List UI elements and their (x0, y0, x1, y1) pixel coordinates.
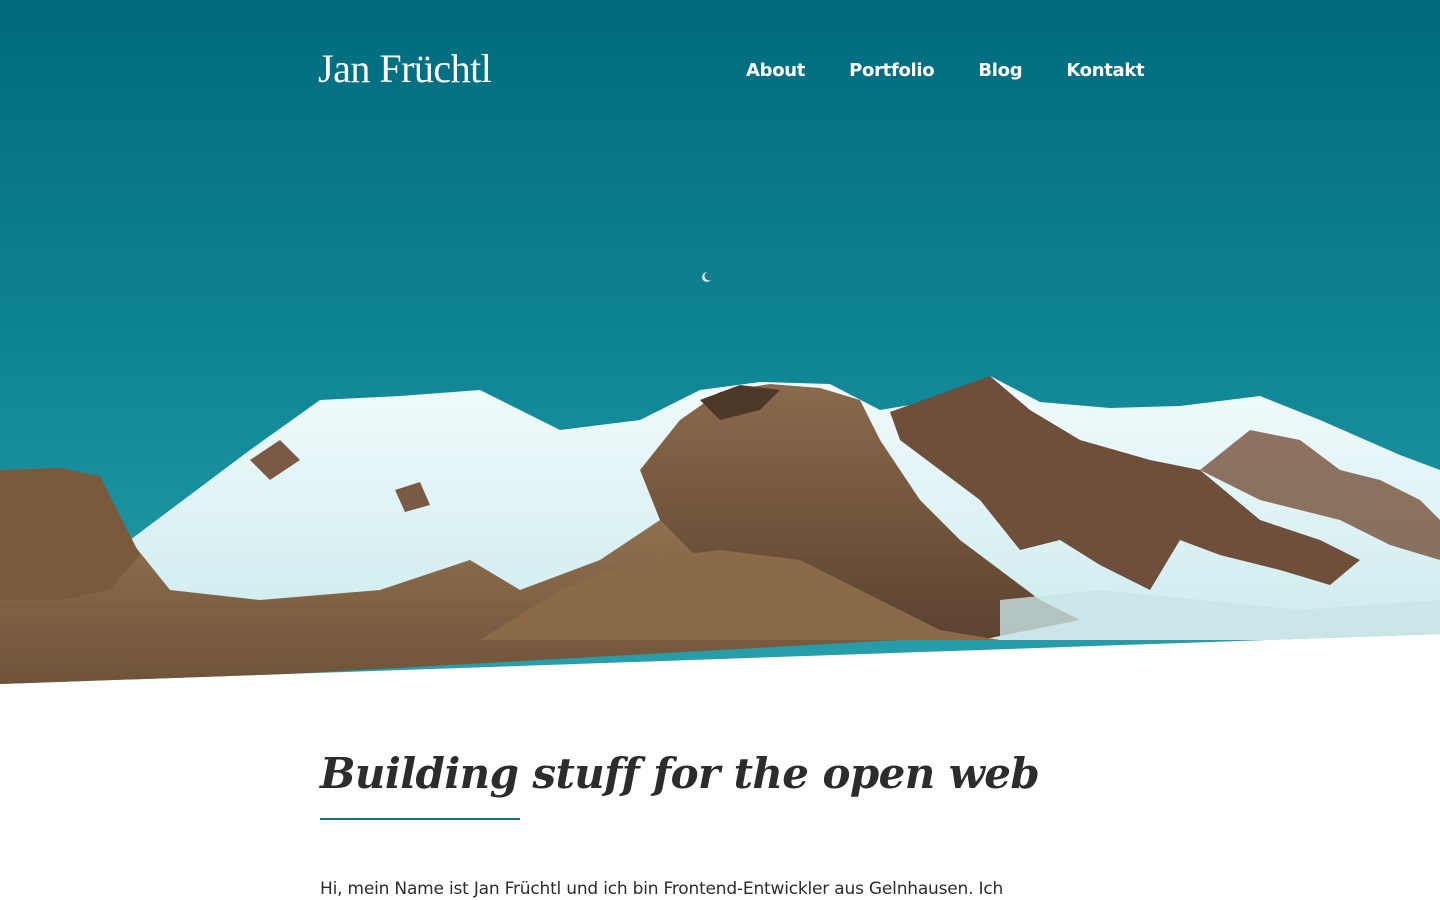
headline-underline (320, 818, 520, 820)
main-navigation: About Portfolio Blog Kontakt (746, 58, 1145, 84)
site-logo[interactable]: Jan Früchtl (318, 44, 492, 94)
page-headline: Building stuff for the open web (320, 749, 1040, 798)
nav-link-kontakt[interactable]: Kontakt (1066, 58, 1144, 84)
site-header: Jan Früchtl About Portfolio Blog Kontakt (0, 0, 1440, 140)
page: Jan Früchtl About Portfolio Blog Kontakt… (0, 0, 1440, 900)
nav-link-blog[interactable]: Blog (978, 58, 1022, 84)
nav-link-about[interactable]: About (746, 58, 805, 84)
main-content: Building stuff for the open web Hi, mein… (320, 744, 1120, 900)
intro-text: Hi, mein Name ist Jan Früchtl und ich bi… (320, 879, 1004, 899)
nav-link-portfolio[interactable]: Portfolio (849, 58, 935, 84)
